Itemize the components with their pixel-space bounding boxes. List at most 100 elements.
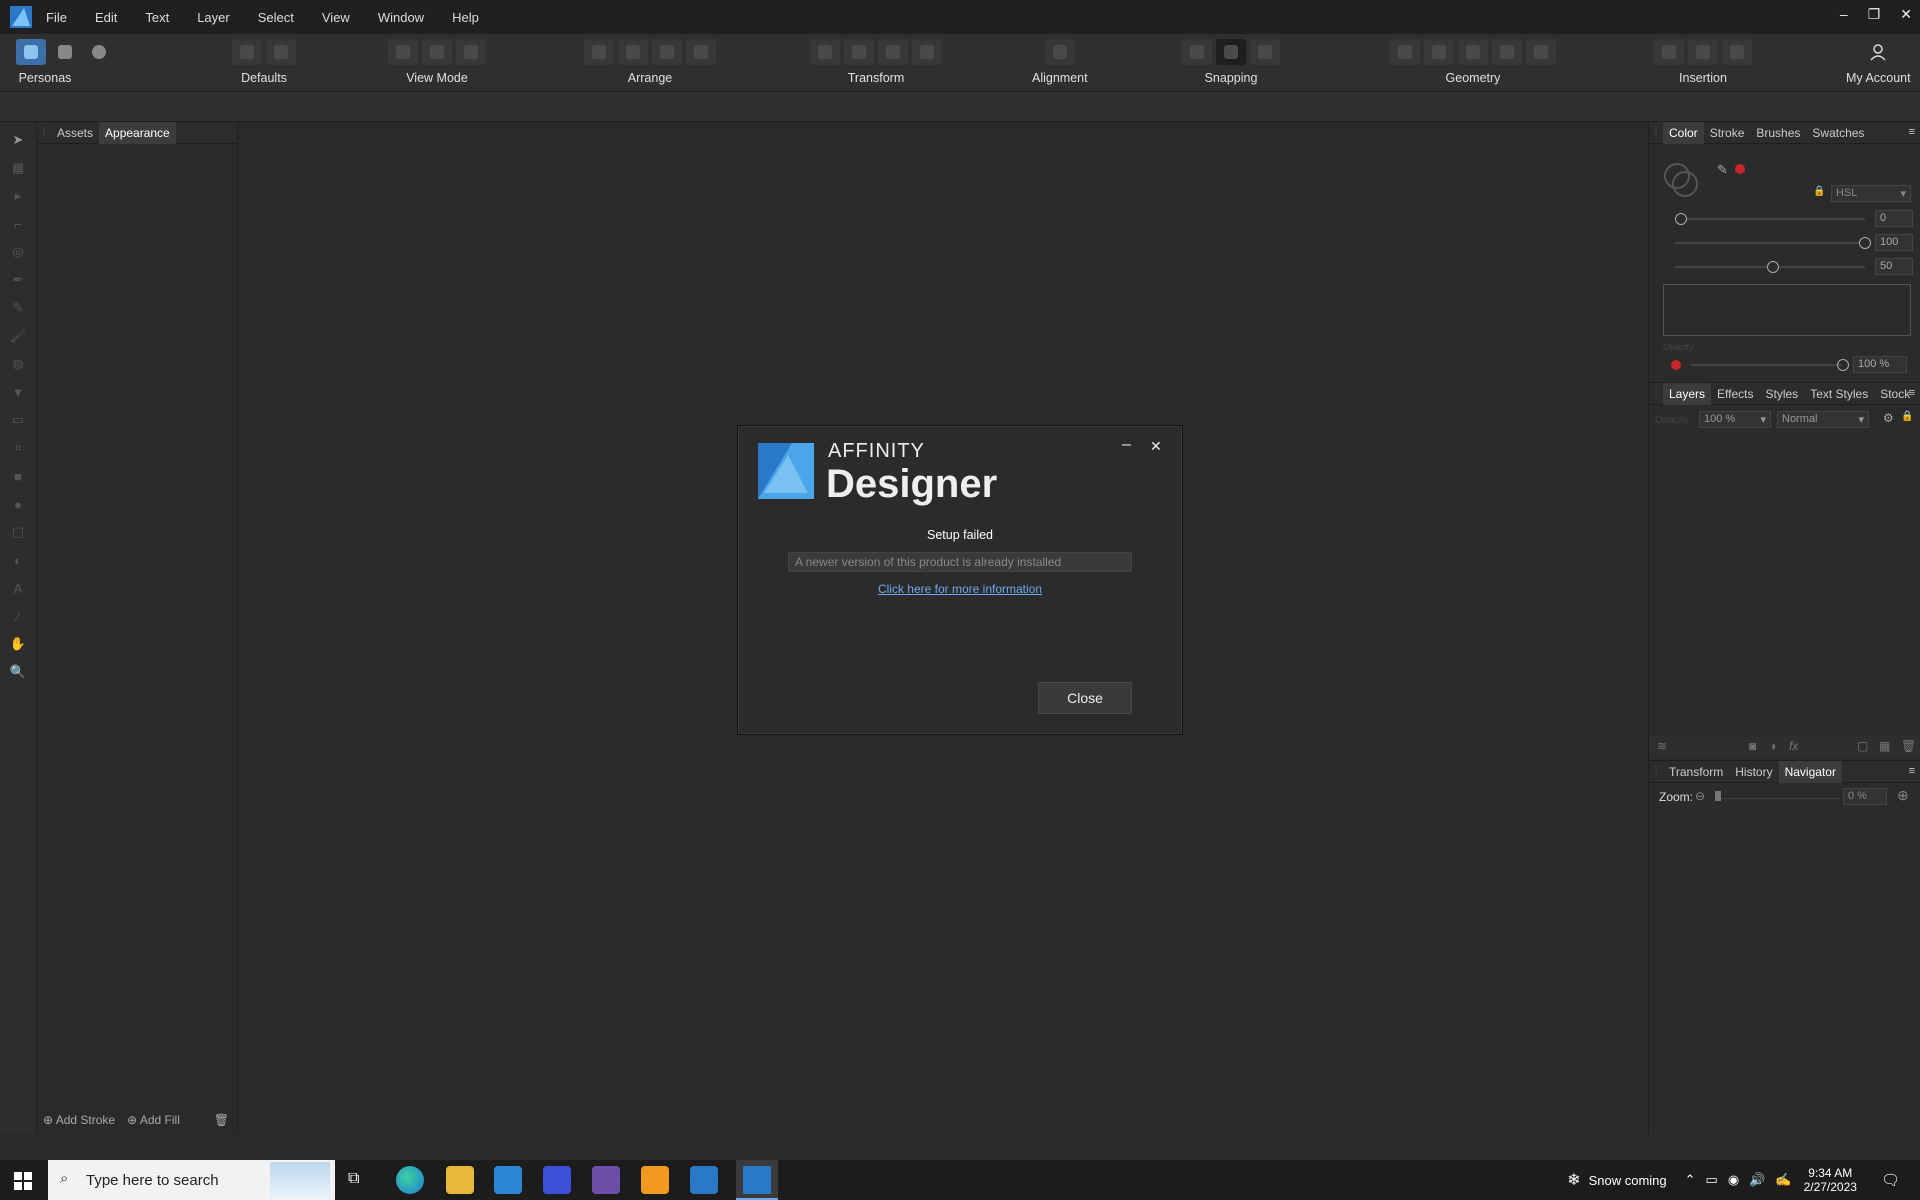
zoom-out-icon[interactable]: ⊖ [1695, 789, 1705, 803]
sync-defaults-icon[interactable] [232, 39, 262, 65]
trash-icon[interactable]: 🗑 [214, 1113, 229, 1127]
affinity-suite-icon[interactable] [543, 1166, 571, 1194]
zoom-tool-icon[interactable]: 🔍 [8, 662, 28, 682]
insert-inside-icon[interactable] [1722, 39, 1752, 65]
panel-menu-icon[interactable]: ≡ [1909, 765, 1915, 777]
camera-icon[interactable]: ◉ [1728, 1172, 1739, 1188]
saturation-slider[interactable]: 100 [1663, 234, 1913, 252]
snapping-options-icon[interactable] [1250, 39, 1280, 65]
insert-behind-icon[interactable] [1654, 39, 1684, 65]
move-back-icon[interactable] [584, 39, 614, 65]
hue-knob[interactable] [1675, 213, 1687, 225]
tab-brushes[interactable]: Brushes [1750, 122, 1806, 144]
grip-icon[interactable]: ⁞ [1649, 766, 1663, 777]
adjustment-icon[interactable]: ◑ [1769, 739, 1776, 753]
rounded-rectangle-tool-icon[interactable]: ▢ [8, 522, 28, 542]
node-tool-icon[interactable]: ▸ [8, 186, 28, 206]
eyedropper-icon[interactable]: ✎ [1717, 162, 1728, 178]
rotate-right-icon[interactable] [912, 39, 942, 65]
outline-view-icon[interactable] [456, 39, 486, 65]
notifications-icon[interactable]: 🗨 [1881, 1171, 1900, 1189]
tab-swatches[interactable]: Swatches [1806, 122, 1870, 144]
snapping-toggle-icon[interactable] [1216, 39, 1246, 65]
delete-layer-icon[interactable]: 🗑 [1901, 739, 1916, 753]
brush-tool-icon[interactable]: 🖌 [8, 326, 28, 346]
move-tool-icon[interactable]: ➤ [8, 130, 28, 150]
mask-icon[interactable]: ◙ [1749, 739, 1756, 753]
tab-layers[interactable]: Layers [1663, 382, 1712, 405]
tab-color[interactable]: Color [1663, 121, 1704, 144]
fill-tool-icon[interactable]: ◍ [8, 354, 28, 374]
task-view-icon[interactable]: ⧉ [348, 1170, 359, 1188]
taskbar-search-box[interactable]: ⌕ Type here to search [48, 1160, 335, 1200]
add-fill-button[interactable]: ⊕ Add Fill [127, 1113, 180, 1127]
dialog-minimize-icon[interactable]: – [1122, 436, 1131, 454]
user-icon[interactable] [1863, 39, 1893, 65]
crop-tool-icon[interactable]: ⌗ [8, 438, 28, 458]
blend-mode-dropdown[interactable]: Normal ▾ [1777, 411, 1869, 428]
menu-layer[interactable]: Layer [197, 10, 230, 25]
my-account-label[interactable]: My Account [1846, 71, 1911, 85]
zoom-knob[interactable] [1715, 791, 1721, 801]
hue-field[interactable]: 0 [1875, 210, 1913, 227]
pencil-tool-icon[interactable]: ✎ [8, 298, 28, 318]
subtract-icon[interactable] [1424, 39, 1454, 65]
tab-effects[interactable]: Effects [1711, 383, 1759, 405]
close-button[interactable]: Close [1038, 682, 1132, 714]
hue-slider[interactable]: 0 [1663, 210, 1913, 228]
snapping-grid-icon[interactable] [1182, 39, 1212, 65]
rotate-left-icon[interactable] [878, 39, 908, 65]
lightness-field[interactable]: 50 [1875, 258, 1913, 275]
edge-icon[interactable] [396, 1166, 424, 1194]
weather-text[interactable]: Snow coming [1589, 1173, 1667, 1188]
artboard-tool-icon[interactable]: ▦ [8, 158, 28, 178]
chevron-up-icon[interactable]: ⌃ [1685, 1172, 1696, 1188]
shape-tool-icon[interactable]: ◐ [8, 550, 28, 570]
move-front-icon[interactable] [686, 39, 716, 65]
network-icon[interactable]: ▭ [1706, 1172, 1718, 1188]
lightness-knob[interactable] [1767, 261, 1779, 273]
menu-view[interactable]: View [322, 10, 350, 25]
pixel-persona-icon[interactable] [50, 39, 80, 65]
saturation-field[interactable]: 100 [1875, 234, 1913, 251]
contour-tool-icon[interactable]: ◎ [8, 242, 28, 262]
export-persona-icon[interactable] [84, 39, 114, 65]
place-image-tool-icon[interactable]: ▭ [8, 410, 28, 430]
menu-select[interactable]: Select [258, 10, 294, 25]
layers-stack-icon[interactable]: ≋ [1657, 739, 1667, 753]
color-picker-tool-icon[interactable]: ⁄ [8, 606, 28, 626]
tab-navigator[interactable]: Navigator [1778, 760, 1842, 783]
tab-text-styles[interactable]: Text Styles [1804, 383, 1874, 405]
zoom-track[interactable] [1715, 798, 1839, 799]
menu-window[interactable]: Window [378, 10, 424, 25]
grip-icon[interactable]: ⁞ [37, 127, 51, 138]
intersect-icon[interactable] [1458, 39, 1488, 65]
menu-text[interactable]: Text [145, 10, 169, 25]
opacity-knob[interactable] [1837, 359, 1849, 371]
close-window-icon[interactable]: ✕ [1900, 6, 1912, 23]
dialog-close-icon[interactable]: ✕ [1150, 438, 1162, 455]
add-icon[interactable] [1390, 39, 1420, 65]
lock-icon[interactable]: 🔒 [1813, 186, 1825, 197]
menu-file[interactable]: File [46, 10, 67, 25]
pen-icon[interactable]: ✍ [1775, 1172, 1791, 1188]
lightness-slider[interactable]: 50 [1663, 258, 1913, 276]
grip-icon[interactable]: ⁞ [1649, 127, 1663, 138]
mail-icon[interactable] [494, 1166, 522, 1194]
volume-icon[interactable]: 🔊 [1749, 1172, 1765, 1188]
panel-menu-icon[interactable]: ≡ [1909, 126, 1915, 138]
purple-app-icon[interactable] [592, 1166, 620, 1194]
restore-icon[interactable]: ❐ [1868, 6, 1881, 23]
divide-icon[interactable] [1526, 39, 1556, 65]
insert-top-icon[interactable] [1688, 39, 1718, 65]
designer-persona-icon[interactable] [16, 39, 46, 65]
alignment-icon[interactable] [1044, 39, 1075, 65]
file-explorer-icon[interactable] [446, 1166, 474, 1194]
current-color-swatch[interactable] [1735, 164, 1745, 174]
zoom-field[interactable]: 0 % [1843, 788, 1887, 805]
text-tool-icon[interactable]: A [8, 578, 28, 598]
menu-edit[interactable]: Edit [95, 10, 117, 25]
xor-icon[interactable] [1492, 39, 1522, 65]
pixel-view-icon[interactable] [388, 39, 418, 65]
tab-history[interactable]: History [1729, 761, 1778, 783]
